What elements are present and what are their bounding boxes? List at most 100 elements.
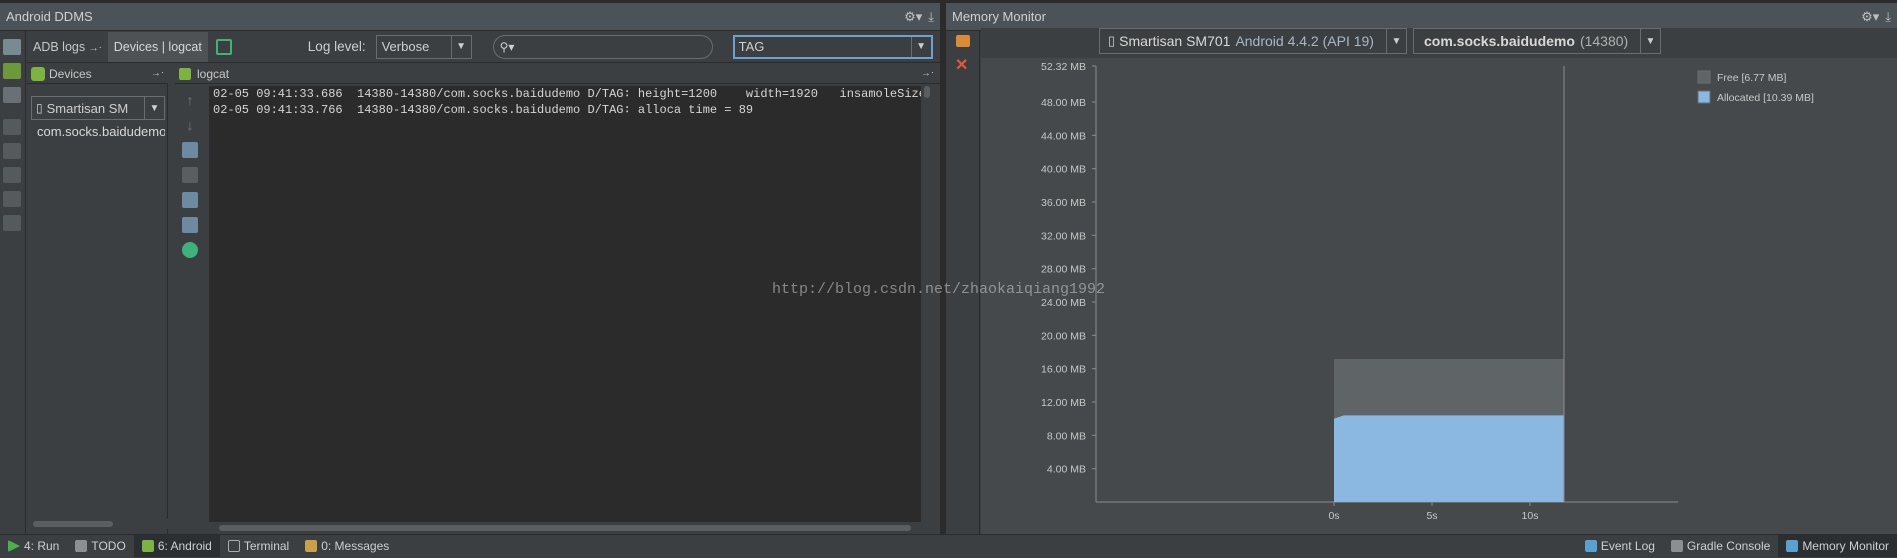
statusbar-event-log-label: Event Log [1600, 539, 1655, 553]
terminate-app-icon[interactable] [3, 191, 21, 207]
device-name: Smartisan SM701 [1119, 33, 1231, 49]
statusbar-event-log[interactable]: Event Log [1577, 535, 1663, 557]
search-input[interactable]: ⚲▾ [492, 34, 713, 59]
gear-icon[interactable]: ⚙▾ [904, 9, 922, 25]
x-tick-label: 0s [1328, 510, 1339, 522]
ddms-titlebar: Android DDMS ⚙▾ ⤓ [0, 3, 940, 31]
pin-icon[interactable]: →⋅ [151, 68, 168, 79]
statusbar: 4: Run TODO 6: Android Terminal 0: Messa… [0, 534, 1897, 557]
debug-icon[interactable] [3, 119, 21, 135]
statusbar-memory-monitor[interactable]: Memory Monitor [1778, 535, 1897, 557]
terminal-icon [227, 540, 240, 552]
tab-devices-logcat-label: Devices | logcat [113, 39, 202, 54]
pause-monitor-icon[interactable] [956, 35, 970, 47]
tab-adb-logs[interactable]: ADB logs →⋅ [27, 32, 108, 62]
statusbar-messages[interactable]: 0: Messages [297, 535, 397, 557]
print-icon[interactable] [182, 192, 198, 208]
legend-swatch [1697, 70, 1711, 84]
device-select[interactable]: ▯ Smartisan SM ▼ [31, 96, 165, 120]
log-level-label: Log level: [307, 39, 366, 54]
pin-icon[interactable]: →⋅ [921, 68, 940, 79]
y-tick-label: 40.00 MB [1041, 164, 1086, 176]
device-os: Android 4.4.2 (API 19) [1235, 33, 1374, 49]
log-line: 02-05 09:41:33.766 14380-14380/com.socks… [213, 103, 754, 117]
gear-icon[interactable]: ⚙▾ [1861, 9, 1879, 25]
hide-icon[interactable]: ⤓ [1885, 9, 1891, 25]
layout-inspector-icon[interactable] [3, 87, 21, 103]
logcat-panel-title: logcat [197, 66, 230, 81]
process-list-item[interactable]: com.socks.baidudemo [37, 124, 165, 139]
y-tick-label: 52.32 MB [1041, 61, 1086, 73]
memory-monitor-title: Memory Monitor [952, 9, 1046, 24]
statusbar-run-label: 4: Run [24, 539, 60, 553]
statusbar-android[interactable]: 6: Android [133, 535, 220, 557]
x-tick-label: 5s [1426, 510, 1437, 522]
ddms-left-toolbar [0, 31, 26, 536]
devices-panel-title: Devices [49, 66, 92, 81]
chevron-down-icon: ▼ [1640, 29, 1660, 53]
y-tick-label: 32.00 MB [1041, 230, 1086, 242]
trash-icon[interactable] [182, 217, 198, 233]
statusbar-todo[interactable]: TODO [67, 535, 133, 557]
pin-icon[interactable]: →⋅ [89, 43, 102, 54]
process-pid: (14380) [1579, 33, 1629, 49]
x-tick-label: 10s [1522, 510, 1539, 522]
legend-label: Allocated [10.39 MB] [1717, 92, 1814, 104]
y-tick-label: 4.00 MB [1047, 464, 1086, 476]
memory-monitor-titlebar: Memory Monitor ⚙▾ ⤓ [946, 3, 1897, 31]
devices-scrollbar[interactable] [27, 519, 168, 529]
process-name: com.socks.baidudemo [1424, 33, 1575, 49]
logcat-vscrollbar[interactable] [921, 86, 933, 522]
method-trace-icon[interactable] [3, 167, 21, 183]
chevron-down-icon: ▼ [450, 35, 471, 58]
phone-icon: ▯ [36, 101, 43, 115]
filter-select[interactable]: TAG ▼ [732, 34, 933, 59]
arrow-down-icon[interactable]: ↓ [182, 117, 198, 133]
soft-wrap-icon[interactable] [182, 142, 198, 158]
layout-restore-icon[interactable] [215, 38, 232, 55]
hprof-icon[interactable] [3, 143, 21, 159]
statusbar-messages-label: 0: Messages [321, 539, 390, 553]
chevron-down-icon: ▼ [144, 97, 164, 119]
device-select[interactable]: ▯ Smartisan SM701 Android 4.4.2 (API 19)… [1099, 28, 1407, 54]
y-tick-label: 28.00 MB [1041, 264, 1086, 276]
close-icon[interactable]: ✕ [955, 55, 979, 75]
process-select[interactable]: com.socks.baidudemo (14380) ▼ [1413, 28, 1661, 54]
legend-label: Free [6.77 MB] [1717, 72, 1787, 84]
log-line: 02-05 09:41:33.686 14380-14380/com.socks… [213, 87, 921, 101]
y-tick-label: 20.00 MB [1041, 330, 1086, 342]
log-level-value: Verbose [381, 39, 430, 54]
logcat-toolbar: ↑ ↓ [179, 92, 201, 258]
y-tick-label: 16.00 MB [1041, 364, 1086, 376]
statusbar-gradle[interactable]: Gradle Console [1663, 535, 1778, 557]
todo-icon [75, 540, 88, 552]
process-name: com.socks.baidudemo [37, 124, 165, 139]
scroll-to-end-icon[interactable] [182, 167, 198, 183]
logcat-output[interactable]: 02-05 09:41:33.686 14380-14380/com.socks… [209, 86, 921, 522]
y-tick-label: 48.00 MB [1041, 97, 1086, 109]
logcat-hscrollbar[interactable] [209, 522, 921, 534]
y-tick-label: 44.00 MB [1041, 130, 1086, 142]
logcat-panel-header: logcat →⋅ [175, 64, 940, 84]
logcat-icon [179, 67, 191, 80]
device-select-value: Smartisan SM [46, 100, 129, 116]
devices-panel: Devices →⋅ ▯ Smartisan SM ▼ com.socks.ba… [27, 64, 168, 536]
arrow-up-icon[interactable]: ↑ [182, 92, 198, 108]
screen-capture-icon[interactable] [3, 39, 21, 55]
statusbar-terminal[interactable]: Terminal [220, 535, 297, 557]
log-level-select[interactable]: Verbose ▼ [375, 34, 472, 59]
watermark: http://blog.csdn.net/zhaokaiqiang1992 [772, 281, 1106, 298]
devices-panel-header: Devices →⋅ [27, 64, 168, 84]
allocated-area [1334, 415, 1564, 502]
hide-icon[interactable]: ⤓ [928, 9, 934, 25]
tab-devices-logcat[interactable]: Devices | logcat [107, 31, 208, 62]
y-tick-label: 36.00 MB [1041, 197, 1086, 209]
statusbar-run[interactable]: 4: Run [0, 535, 67, 557]
android-icon [31, 66, 45, 81]
sync-icon[interactable] [3, 215, 21, 231]
statusbar-memory-monitor-label: Memory Monitor [1802, 539, 1889, 553]
restart-icon[interactable] [182, 242, 198, 258]
record-icon[interactable] [3, 63, 21, 79]
gradle-icon [1670, 540, 1683, 552]
messages-icon [305, 540, 318, 552]
